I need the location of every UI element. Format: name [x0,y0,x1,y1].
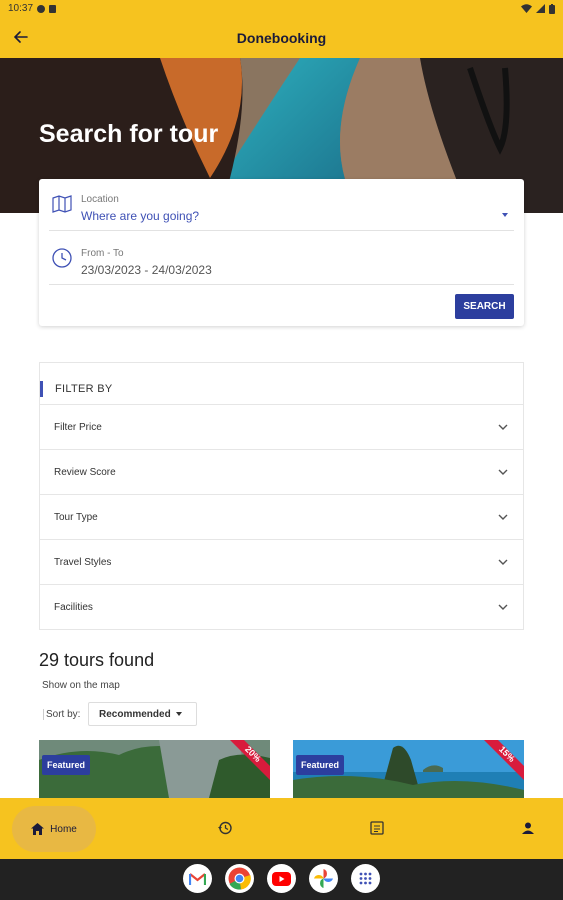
nav-bookings[interactable] [367,818,387,838]
search-card: Location Where are you going? From - To … [39,179,524,326]
map-icon [52,195,72,213]
clock-icon [52,248,72,268]
filter-row-label: Travel Styles [54,556,112,568]
tour-card[interactable]: Featured 20% [39,740,270,798]
person-icon [522,822,534,834]
photos-icon[interactable] [309,864,338,893]
bottom-navigation: Home [0,798,563,859]
nav-history[interactable] [215,818,235,838]
apps-icon[interactable] [351,864,380,893]
filter-review-score-row[interactable]: Review Score [40,449,523,494]
app-title: Donebooking [236,29,327,46]
chevron-down-icon [498,424,508,430]
dates-value[interactable]: 23/03/2023 - 24/03/2023 [81,263,212,277]
back-button[interactable] [10,26,32,48]
discount-ribbon: 20% [230,740,270,780]
status-bar: 10:37 [0,0,563,17]
discount-ribbon: 15% [484,740,524,780]
nav-profile[interactable] [518,818,538,838]
chevron-down-icon [498,604,508,610]
system-dock [0,859,563,900]
featured-badge: Featured [296,755,345,775]
location-field[interactable]: Location Where are you going? [49,179,514,231]
search-button[interactable]: SEARCH [455,294,514,319]
chrome-icon[interactable] [225,864,254,893]
filter-travel-styles-row[interactable]: Travel Styles [40,539,523,584]
tours-count: 29 tours found [39,650,155,670]
location-dropdown-icon [502,213,508,217]
arrow-left-icon [14,31,28,43]
booking-list-icon [370,821,384,835]
filter-row-label: Filter Price [54,421,102,433]
sim-icon [49,4,57,13]
nav-home[interactable]: Home [12,806,96,852]
wifi-icon [521,4,532,13]
filter-row-label: Review Score [54,466,116,478]
sort-select[interactable]: Recommended [88,702,197,726]
filter-row-label: Tour Type [54,511,98,523]
notification-icon [37,4,46,13]
chevron-down-icon [498,559,508,565]
filter-heading-label: FILTER BY [55,383,113,395]
dates-label: From - To [81,248,124,259]
hero-title: Search for tour [39,120,219,148]
tour-card[interactable]: Featured 15% [293,740,524,798]
chevron-down-icon [498,469,508,475]
nav-home-label: Home [50,823,77,835]
filter-heading-accent [40,381,43,397]
filter-price-row[interactable]: Filter Price [40,404,523,449]
show-on-map-link[interactable]: Show on the map [42,680,120,691]
home-icon [31,823,45,835]
sort-value: Recommended [99,708,171,720]
filter-facilities-row[interactable]: Facilities [40,584,523,629]
youtube-icon[interactable] [267,864,296,893]
signal-icon [536,4,545,13]
date-range-field[interactable]: From - To 23/03/2023 - 24/03/2023 [49,233,514,285]
chevron-down-icon [498,514,508,520]
history-icon [218,821,232,835]
filter-row-label: Facilities [54,601,93,613]
location-input[interactable]: Where are you going? [81,209,199,223]
gmail-icon[interactable] [183,864,212,893]
featured-badge: Featured [42,755,91,775]
location-label: Location [81,194,119,205]
sort-label: Sort by: [43,709,80,720]
battery-icon [549,3,555,14]
filter-heading: FILTER BY [40,381,113,397]
app-bar: Donebooking [0,17,563,58]
caret-down-icon [175,712,182,716]
filter-panel: FILTER BY Filter Price Review Score Tour… [39,362,524,630]
filter-tour-type-row[interactable]: Tour Type [40,494,523,539]
status-time: 10:37 [8,3,34,14]
